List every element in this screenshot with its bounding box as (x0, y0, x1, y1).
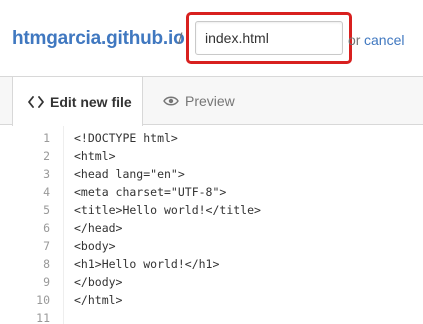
file-header: htmgarcia.github.io / or cancel (0, 0, 423, 76)
code-line: <title>Hello world!</title> (74, 203, 261, 217)
line-number: 5 (43, 203, 50, 217)
line-number: 1 (43, 131, 50, 145)
path-separator: / (178, 31, 183, 48)
line-number: 9 (43, 275, 50, 289)
line-number: 10 (36, 293, 50, 307)
editor-panel: Edit new file Preview 1 2 3 4 5 6 7 8 9 … (0, 76, 423, 324)
code-editor[interactable]: 1 2 3 4 5 6 7 8 9 10 11 <!DOCTYPE html> … (0, 126, 423, 324)
repo-name-link[interactable]: htmgarcia.github.io (12, 28, 185, 50)
code-line: <body> (74, 239, 116, 253)
line-number: 8 (43, 257, 50, 271)
tab-preview-label: Preview (185, 93, 235, 109)
eye-icon (163, 95, 179, 107)
tab-preview[interactable]: Preview (163, 77, 235, 125)
line-number: 2 (43, 149, 50, 163)
code-line: <head lang="en"> (74, 167, 185, 181)
line-number: 3 (43, 167, 50, 181)
line-number: 6 (43, 221, 50, 235)
code-line: </head> (74, 221, 123, 235)
code-line: </body> (74, 275, 123, 289)
code-line: <h1>Hello world!</h1> (74, 257, 220, 271)
editor-tabs: Edit new file Preview (0, 77, 423, 126)
code-line: <!DOCTYPE html> (74, 131, 178, 145)
code-icon (28, 95, 44, 108)
code-line: </html> (74, 293, 123, 307)
line-number: 4 (43, 185, 50, 199)
line-number: 11 (36, 311, 50, 324)
tab-edit-label: Edit new file (50, 93, 132, 110)
or-text: or (348, 32, 361, 48)
code-line: <html> (74, 149, 116, 163)
line-number: 7 (43, 239, 50, 253)
line-number-gutter: 1 2 3 4 5 6 7 8 9 10 11 (0, 126, 64, 324)
cancel-link[interactable]: cancel (364, 32, 404, 48)
filename-input[interactable] (195, 21, 343, 55)
code-line: <meta charset="UTF-8"> (74, 185, 227, 199)
tab-edit-new-file[interactable]: Edit new file (12, 77, 143, 126)
